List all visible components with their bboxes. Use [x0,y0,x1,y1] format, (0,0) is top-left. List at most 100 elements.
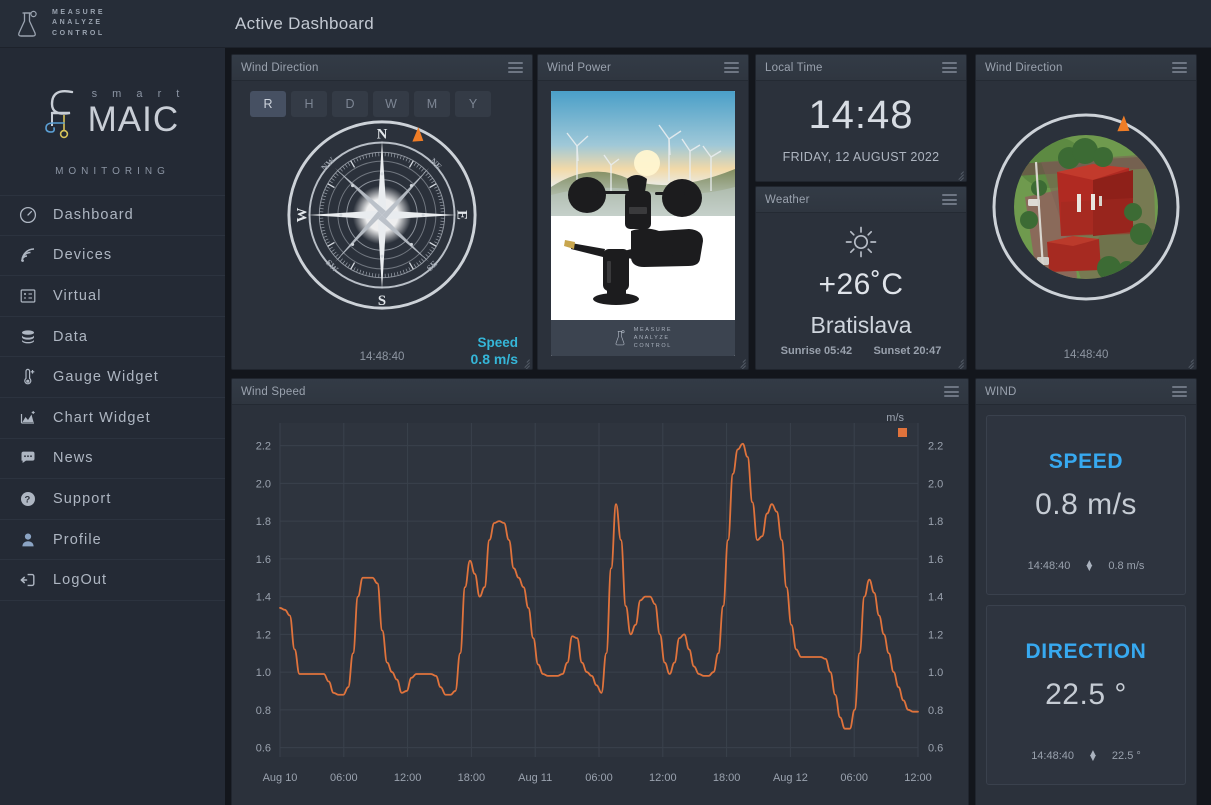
resize-handle[interactable] [951,354,964,367]
panel-header: Weather [756,187,966,213]
range-button-r[interactable]: R [250,91,286,117]
sidebar-item-profile[interactable]: Profile [0,520,225,561]
hamburger-menu-icon[interactable] [724,62,739,73]
stat-time: 14:48:40 [1028,560,1071,572]
panel-header: Wind Power [538,55,748,81]
hamburger-menu-icon[interactable] [944,386,959,397]
panel-title: Wind Direction [985,62,1063,74]
flask-logo-icon [14,9,40,39]
panel-header: WIND [976,379,1196,405]
dashboard-board: Wind Direction R H D W M Y [225,48,1211,805]
wind-speed-line-chart[interactable]: 0.60.60.80.81.01.01.21.21.41.41.61.61.81… [232,405,968,805]
svg-text:06:00: 06:00 [585,772,613,784]
page-title: Active Dashboard [235,14,374,34]
sort-arrows-icon[interactable]: ▲▼ [1084,561,1094,571]
stat-footer: 14:48:40 ▲▼ 0.8 m/s [987,560,1185,572]
weather-temperature: +26˚C [818,268,903,302]
range-button-h[interactable]: H [291,91,327,117]
resize-handle[interactable] [1181,354,1194,367]
stat-footer: 14:48:40 ▲▼ 22.5 ° [987,750,1185,762]
sidebar-item-label: News [53,450,94,466]
sidebar-item-label: Virtual [53,288,102,304]
compass-label-nw: NW [319,155,337,173]
speed-value: 0.8 m/s [471,351,518,367]
panel-body: 0.60.60.80.81.01.01.21.21.41.41.61.61.81… [232,405,968,805]
sun-icon [844,225,878,264]
svg-text:Aug 12: Aug 12 [773,772,808,784]
range-button-y[interactable]: Y [455,91,491,117]
svg-text:2.0: 2.0 [256,478,271,490]
sunrise-text: Sunrise 05:42 [781,345,853,357]
sunset-text: Sunset 20:47 [873,345,941,357]
aerial-photo [1014,135,1169,280]
garage [1047,236,1101,272]
caption-line-2: ANALYZE [634,334,672,342]
hamburger-menu-icon[interactable] [1172,62,1187,73]
panel-body: MEASURE ANALYZE CONTROL [538,81,748,369]
panel-body: 14:48:40 [976,81,1196,369]
sunrise-sunset-row: Sunrise 05:42 Sunset 20:47 [756,345,966,357]
sidebar-item-chart-widget[interactable]: Chart Widget [0,398,225,439]
panel-title: Local Time [765,62,823,74]
maic-logo-icon [40,82,88,144]
sidebar-item-gauge-widget[interactable]: Gauge Widget [0,357,225,398]
compass-label-ne: NE [428,156,444,172]
sidebar-item-devices[interactable]: Devices [0,236,225,277]
range-button-m[interactable]: M [414,91,450,117]
range-button-w[interactable]: W [373,91,409,117]
caption-line-3: CONTROL [634,342,672,350]
logout-icon [18,571,37,590]
compass-label-s: S [378,293,386,309]
panel-body: R H D W M Y [232,81,532,369]
clock-time: 14:48 [756,81,966,138]
stat-reading: 0.8 m/s [1108,560,1144,572]
panel-body: SPEED 0.8 m/s 14:48:40 ▲▼ 0.8 m/s DIRECT… [976,405,1196,805]
sidebar-item-data[interactable]: Data [0,317,225,358]
panel-weather: Weather [755,186,967,370]
resize-handle[interactable] [951,166,964,179]
panel-body: 14:48 FRIDAY, 12 AUGUST 2022 [756,81,966,181]
panel-header: Local Time [756,55,966,81]
sidebar-item-support[interactable]: ? Support [0,479,225,520]
logo-smart-text: s m a r t [92,89,186,100]
brand-line-3: CONTROL [52,29,105,39]
brand-header: MEASURE ANALYZE CONTROL [0,0,225,48]
svg-text:1.8: 1.8 [256,516,271,528]
range-button-d[interactable]: D [332,91,368,117]
hamburger-menu-icon[interactable] [942,194,957,205]
resize-handle[interactable] [517,354,530,367]
compass-label-w: W [295,207,311,222]
logo-monitoring-text: MONITORING [55,166,170,177]
hamburger-menu-icon[interactable] [942,62,957,73]
stat-title: SPEED [1049,450,1123,474]
main-house [1057,164,1133,236]
user-icon [18,530,37,549]
panel-header: Wind Direction [976,55,1196,81]
svg-text:1.8: 1.8 [928,516,943,528]
panel-local-time: Local Time 14:48 FRIDAY, 12 AUGUST 2022 [755,54,967,182]
list-box-icon [18,286,37,305]
resize-handle[interactable] [733,354,746,367]
chart-plus-icon [18,408,37,427]
panel-body: +26˚C Bratislava Sunrise 05:42 Sunset 20… [756,213,966,369]
sidebar-item-dashboard[interactable]: Dashboard [0,195,225,236]
compass-label-e: E [453,210,469,220]
hamburger-menu-icon[interactable] [508,62,523,73]
sidebar-item-logout[interactable]: LogOut [0,560,225,601]
hamburger-menu-icon[interactable] [1172,386,1187,397]
compass-speed-readout: Speed 0.8 m/s [471,335,518,367]
sidebar-item-news[interactable]: News [0,439,225,480]
weather-city: Bratislava [811,312,912,339]
svg-text:12:00: 12:00 [904,772,932,784]
comment-icon [18,449,37,468]
sort-arrows-icon[interactable]: ▲▼ [1088,751,1098,761]
aerial-map-compass [976,81,1196,333]
brand-line-2: ANALYZE [52,18,105,28]
panel-title: WIND [985,386,1016,398]
sidebar-item-label: Chart Widget [53,410,151,426]
panel-title: Wind Direction [241,62,319,74]
panel-wind-speed-chart: Wind Speed 0.60.60.80.81.01.01.21.21.41.… [231,378,969,805]
sidebar-item-label: Data [53,329,88,345]
sidebar-item-virtual[interactable]: Virtual [0,276,225,317]
svg-text:18:00: 18:00 [713,772,741,784]
